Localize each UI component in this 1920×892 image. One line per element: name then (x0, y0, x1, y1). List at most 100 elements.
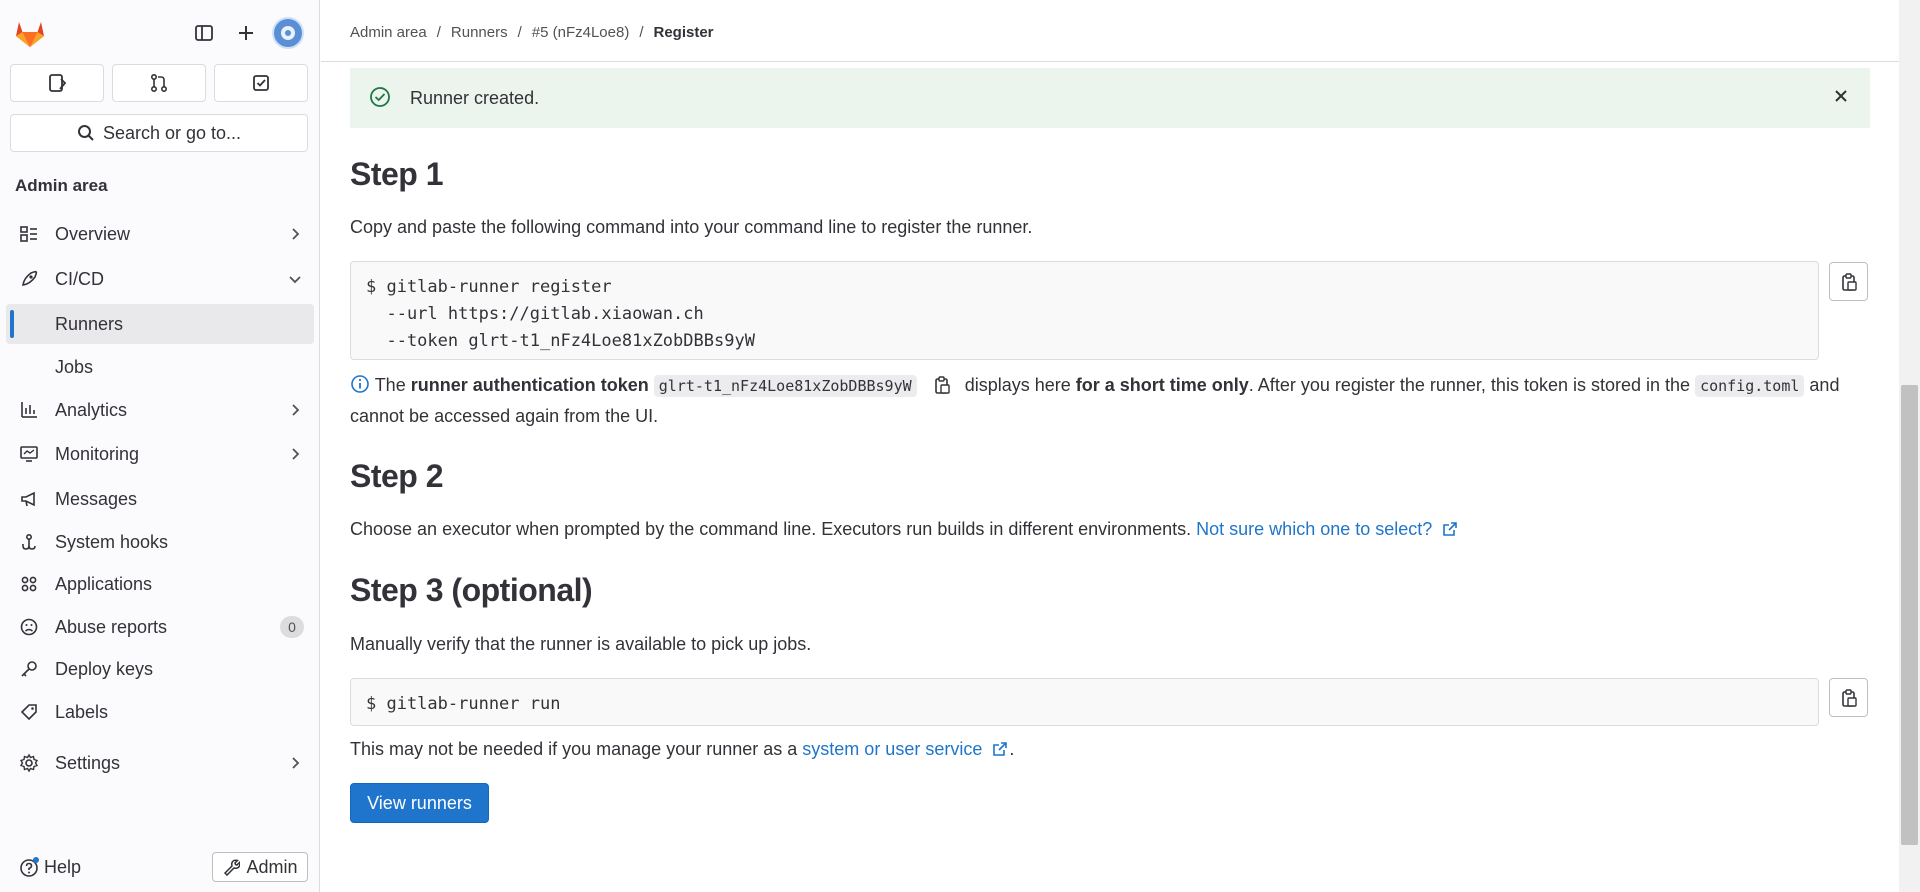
copy-icon (1841, 688, 1857, 707)
assigned-issues-button[interactable] (10, 64, 104, 102)
sidebar-section-title: Admin area (15, 176, 108, 195)
sidebar-item-deploy-keys[interactable]: Deploy keys (6, 649, 314, 689)
abuse-reports-count-badge: 0 (280, 616, 304, 638)
chevron-down-icon (289, 276, 301, 284)
sidebar-item-applications[interactable]: Applications (6, 564, 314, 604)
search-button[interactable]: Search or go to... (10, 114, 308, 152)
monitor-icon (20, 446, 38, 462)
sidebar-item-runners[interactable]: Runners (6, 304, 314, 344)
run-command-block: $ gitlab-runner run (350, 678, 1819, 726)
sidebar-item-label: Monitoring (55, 443, 140, 464)
sidebar-item-label: System hooks (55, 531, 169, 552)
sidebar-item-system-hooks[interactable]: System hooks (6, 522, 314, 562)
sidebar-item-abuse-reports[interactable]: Abuse reports 0 (6, 607, 314, 647)
copy-icon (1841, 272, 1857, 291)
breadcrumb-register[interactable]: Register (654, 24, 714, 41)
merge-requests-button[interactable] (112, 64, 206, 102)
copy-register-command-button[interactable] (1829, 262, 1868, 301)
sidebar-item-label: Analytics (55, 399, 128, 420)
sidebar-item-label: Abuse reports (55, 616, 168, 637)
sidebar-item-labels[interactable]: Labels (6, 692, 314, 732)
sidebar: Search or go to... Admin area Overview C… (0, 0, 320, 892)
register-command-block: $ gitlab-runner register --url https://g… (350, 261, 1819, 360)
scrollbar-thumb[interactable] (1901, 385, 1918, 845)
overview-icon (20, 226, 37, 242)
external-link-icon (1443, 522, 1458, 536)
chevron-right-icon (292, 404, 300, 416)
chevron-right-icon (292, 448, 300, 460)
step3-heading: Step 3 (optional) (350, 572, 593, 608)
help-button[interactable]: Help (18, 856, 81, 878)
megaphone-icon (21, 491, 35, 507)
admin-button[interactable]: Admin (212, 852, 308, 882)
applications-icon (21, 576, 37, 592)
sidebar-item-overview[interactable]: Overview (6, 214, 314, 254)
sidebar-item-settings[interactable]: Settings (6, 743, 314, 783)
breadcrumb-runner[interactable]: #5 (nFz4Loe8) (532, 24, 630, 41)
service-link-label: system or user service (802, 739, 983, 759)
sidebar-item-label: Deploy keys (55, 658, 154, 679)
sidebar-item-label: Overview (55, 223, 131, 244)
sidebar-item-label: Applications (55, 573, 153, 594)
check-circle-icon (370, 87, 390, 107)
service-note-text: This may not be needed if you manage you… (350, 739, 798, 759)
analytics-icon (21, 402, 37, 418)
user-avatar[interactable] (272, 17, 304, 49)
step1-intro: Copy and paste the following command int… (350, 217, 1033, 237)
config-file-name: config.toml (1695, 375, 1805, 397)
merge-request-icon (150, 73, 168, 93)
sidebar-item-analytics[interactable]: Analytics (6, 390, 314, 430)
search-icon (77, 125, 94, 141)
breadcrumb-admin-area[interactable]: Admin area (350, 24, 427, 41)
gitlab-logo-icon[interactable] (12, 14, 48, 50)
sidebar-item-label: Labels (55, 701, 109, 722)
sidebar-item-label: CI/CD (55, 268, 104, 289)
toggle-sidebar-icon[interactable] (189, 18, 219, 48)
top-bar: Admin area / Runners / #5 (nFz4Loe8) / R… (321, 0, 1899, 62)
breadcrumb-separator: / (436, 24, 441, 41)
todo-icon (253, 75, 269, 91)
create-new-icon[interactable] (231, 18, 261, 48)
admin-label: Admin (246, 856, 298, 877)
info-text-the: The (374, 375, 406, 395)
breadcrumb-runners[interactable]: Runners (451, 24, 508, 41)
sidebar-item-monitoring[interactable]: Monitoring (6, 434, 314, 474)
service-note-end: . (1009, 739, 1015, 759)
close-icon[interactable] (1832, 87, 1850, 105)
issues-icon (49, 74, 67, 92)
step3-text: Manually verify that the runner is avail… (350, 634, 812, 654)
help-icon (20, 857, 39, 877)
sidebar-item-messages[interactable]: Messages (6, 479, 314, 519)
copy-run-command-button[interactable] (1829, 678, 1868, 717)
step2-description: Choose an executor when prompted by the … (350, 519, 1192, 539)
key-icon (21, 661, 37, 677)
label-icon (20, 704, 37, 721)
view-runners-button[interactable]: View runners (350, 783, 489, 823)
todo-list-button[interactable] (214, 64, 308, 102)
executor-help-link[interactable]: Not sure which one to select? (1196, 519, 1459, 539)
search-label: Search or go to... (102, 122, 242, 143)
success-alert: Runner created. (350, 68, 1870, 128)
service-link[interactable]: system or user service (802, 739, 1009, 759)
info-bold-short-time: for a short time only (1075, 375, 1249, 395)
info-text-displays: displays here (964, 375, 1071, 395)
sidebar-item-cicd[interactable]: CI/CD (6, 259, 314, 299)
sidebar-item-label: Runners (55, 313, 124, 334)
sidebar-item-label: Settings (55, 752, 121, 773)
breadcrumb: Admin area / Runners / #5 (nFz4Loe8) / R… (350, 24, 714, 41)
gear-icon (19, 753, 39, 773)
step1-heading: Step 1 (350, 156, 444, 192)
copy-token-icon[interactable] (932, 375, 952, 395)
breadcrumb-separator: / (639, 24, 644, 41)
sidebar-item-label: Jobs (55, 356, 94, 377)
service-note: This may not be needed if you manage you… (350, 739, 1014, 760)
wrench-icon (224, 859, 241, 876)
sidebar-item-jobs[interactable]: Jobs (6, 347, 314, 387)
info-bold-token-label: runner authentication token (410, 375, 649, 395)
sad-face-icon (20, 618, 38, 636)
hook-icon (22, 533, 36, 550)
executor-help-link-label: Not sure which one to select? (1196, 519, 1433, 539)
breadcrumb-separator: / (517, 24, 522, 41)
alert-message: Runner created. (410, 87, 540, 108)
sidebar-item-label: Messages (55, 488, 138, 509)
